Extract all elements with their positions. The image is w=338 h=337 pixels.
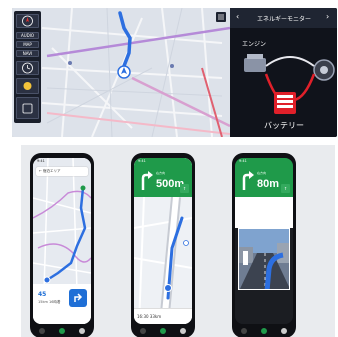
guidance-direction: 右方向 — [156, 171, 166, 175]
assistant-icon[interactable] — [79, 328, 85, 334]
guidance-direction: 右方向 — [257, 171, 267, 175]
battery-label: バッテリー — [264, 121, 304, 130]
phone-route: 9:41 ← 宿泊エリア 45 15km 16時着 — [30, 153, 94, 337]
wheel-icon — [313, 59, 335, 81]
battery-icon — [274, 92, 296, 114]
energy-monitor-title: エネルギーモニター — [256, 16, 311, 23]
map-strip — [235, 197, 293, 228]
page: AUDIO MAP NAVI ‹ エネルギーモニター › エンジン バッテリー … — [0, 0, 338, 337]
apps-icon[interactable] — [241, 328, 247, 334]
settings-icon[interactable] — [16, 97, 39, 119]
phone-guidance-500-screen: 9:41 右方向 500m ↑ 16:30 33km — [134, 158, 192, 324]
phone-guidance-500: 9:41 右方向 500m ↑ 16:30 33km — [131, 153, 195, 337]
energy-monitor-header: ‹ エネルギーモニター › — [230, 8, 337, 28]
current-location-icon — [164, 284, 172, 292]
phone-route-screen: 9:41 ← 宿泊エリア 45 15km 16時着 — [33, 158, 91, 324]
navigation-map[interactable]: AUDIO MAP NAVI — [12, 8, 230, 137]
energy-monitor: ‹ エネルギーモニター › エンジン バッテリー — [230, 8, 337, 137]
arrow-icon — [74, 293, 83, 302]
status-bar: 9:41 — [37, 159, 45, 163]
mic-icon[interactable] — [261, 328, 267, 334]
route-time: 45 — [38, 291, 47, 298]
assistant-icon[interactable] — [180, 328, 186, 334]
status-bar: 9:41 — [239, 159, 247, 163]
phone-guidance-80: 9:41 右方向 80m ↑ — [232, 153, 296, 337]
compass-icon[interactable] — [16, 14, 39, 28]
turn-right-icon — [141, 171, 153, 190]
phone-guidance-80-screen: 9:41 右方向 80m ↑ — [235, 158, 293, 324]
route-detail: 15km 16時着 — [38, 300, 61, 304]
phones-panel: 9:41 ← 宿泊エリア 45 15km 16時着 9:41 右方向 500m … — [21, 145, 335, 337]
clock-icon — [16, 61, 39, 75]
engine-icon — [244, 54, 266, 72]
lane-icon: ↑ — [180, 184, 189, 193]
mic-icon[interactable] — [160, 328, 166, 334]
route-summary: 45 15km 16時着 — [33, 284, 91, 324]
eta-bar — [235, 296, 293, 324]
phone-bottom-bar — [232, 324, 296, 337]
junction-view — [238, 228, 290, 290]
mic-icon[interactable] — [59, 328, 65, 334]
apps-icon[interactable] — [140, 328, 146, 334]
map-roads — [12, 8, 230, 137]
phone-bottom-bar — [30, 324, 94, 337]
side-button-audio[interactable]: AUDIO — [16, 32, 39, 39]
car-display: AUDIO MAP NAVI ‹ エネルギーモニター › エンジン バッテリー — [12, 8, 337, 137]
destination-search[interactable]: ← 宿泊エリア — [36, 167, 88, 176]
guidance-header: 9:41 右方向 80m ↑ — [235, 158, 293, 197]
lane-icon: ↑ — [281, 184, 290, 193]
guidance-header: 9:41 右方向 500m ↑ — [134, 158, 192, 197]
current-location-icon — [43, 276, 51, 284]
apps-icon[interactable] — [39, 328, 45, 334]
eta-bar: 16:30 33km — [134, 308, 192, 324]
side-button-navi[interactable]: NAVI — [16, 50, 39, 57]
turn-right-icon — [242, 171, 254, 190]
status-bar: 9:41 — [138, 159, 146, 163]
guidance-distance: 80m — [257, 178, 280, 190]
phone-bottom-bar — [131, 324, 195, 337]
next-arrow-icon[interactable]: › — [326, 13, 329, 21]
weather-icon — [16, 78, 39, 94]
map-menu-button[interactable] — [216, 12, 226, 22]
assistant-icon[interactable] — [281, 328, 287, 334]
start-navigation-button[interactable] — [69, 289, 87, 307]
side-button-map[interactable]: MAP — [16, 41, 39, 48]
map-side-panel: AUDIO MAP NAVI — [14, 11, 41, 123]
prev-arrow-icon[interactable]: ‹ — [236, 13, 239, 21]
